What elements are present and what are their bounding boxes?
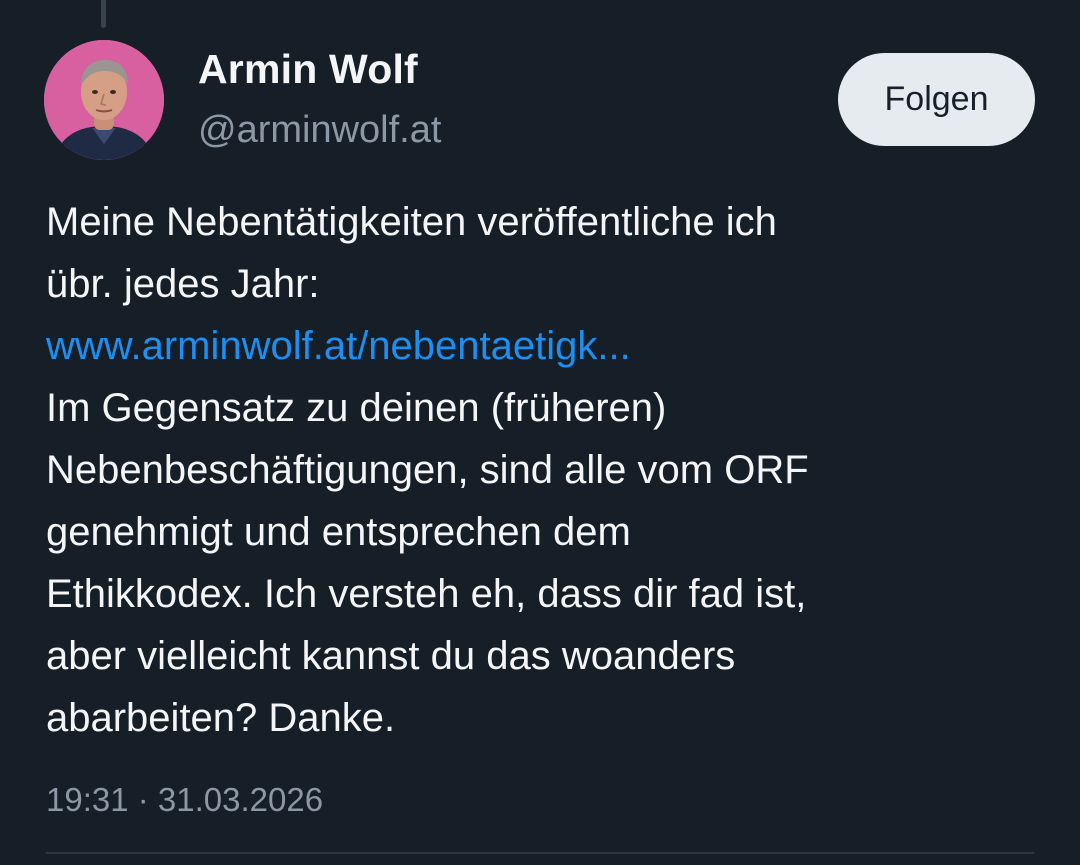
post-link[interactable]: www.arminwolf.at/nebentaetigk... [46, 324, 631, 368]
post-text-line: aber vielleicht kannst du das woanders [46, 634, 736, 678]
post-text-line: abarbeiten? Danke. [46, 696, 396, 740]
author-display-name[interactable]: Armin Wolf [198, 46, 418, 93]
post-text-line: Ethikkodex. Ich versteh eh, dass dir fad… [46, 572, 807, 616]
thread-connector-line [101, 0, 106, 28]
post-text-line: Nebenbeschäftigungen, sind alle vom ORF [46, 448, 809, 492]
author-avatar[interactable] [44, 40, 164, 160]
author-handle[interactable]: @arminwolf.at [198, 109, 441, 152]
post-text-line: Meine Nebentätigkeiten veröffentliche ic… [46, 200, 777, 244]
post-text-line: genehmigt und entsprechen dem [46, 510, 631, 554]
post-text: Meine Nebentätigkeiten veröffentliche ic… [46, 191, 1046, 749]
post-text-line: übr. jedes Jahr: [46, 262, 320, 306]
post-text-line: Im Gegensatz zu deinen (früheren) [46, 386, 667, 430]
post-timestamp[interactable]: 19:31 · 31.03.2026 [46, 781, 323, 819]
follow-button[interactable]: Folgen [838, 53, 1035, 146]
profile-photo-icon [44, 40, 164, 160]
divider [46, 852, 1034, 854]
